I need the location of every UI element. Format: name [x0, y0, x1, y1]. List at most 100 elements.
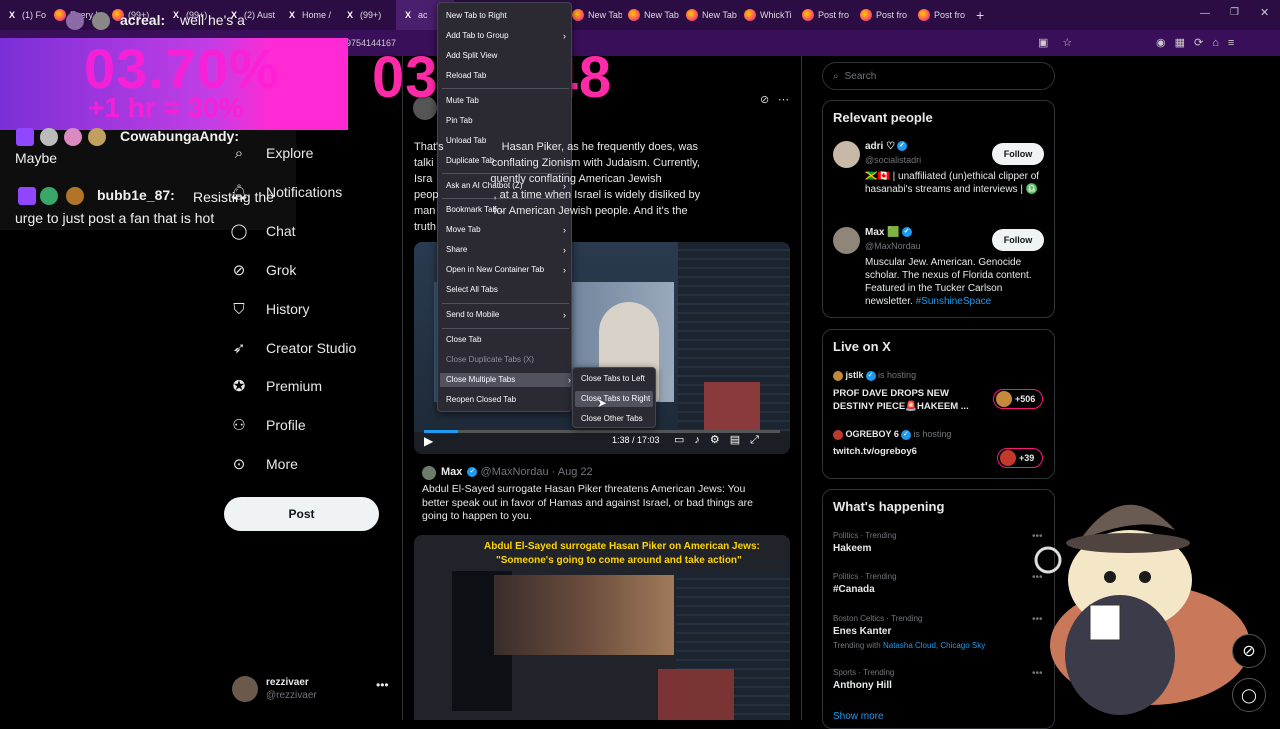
extension-icons: ◉▦⟳⌂≡ [1156, 37, 1244, 49]
nav-chat[interactable]: ◯ Chat [230, 219, 296, 243]
browser-tab[interactable]: New Tab [622, 0, 680, 30]
video-controls-icons[interactable]: ▭♪⚙▤⤢ [674, 433, 769, 447]
trend-category: Sports · Trending [833, 668, 895, 677]
live-host[interactable]: OGREBOY 6 ✓ is hosting [833, 429, 951, 440]
chat-bubble-icon[interactable]: ◯ [1232, 678, 1266, 712]
listener-avatars [996, 391, 1012, 407]
menu-item-label: Share [446, 245, 468, 254]
nav-creator-studio[interactable]: ➶ Creator Studio [230, 336, 357, 360]
follow-button[interactable]: Follow [992, 229, 1044, 251]
trend-name[interactable]: Enes Kanter [833, 626, 891, 637]
menu-item-add-split-view[interactable]: Add Split View [446, 49, 566, 63]
menu-item-add-tab-to-group[interactable]: Add Tab to Group › [446, 29, 566, 43]
menu-item-new-tab-to-right[interactable]: New Tab to Right [446, 9, 566, 23]
chat-message: well he's a [180, 12, 245, 28]
follow-button[interactable]: Follow [992, 143, 1044, 165]
menu-item-share[interactable]: Share › [446, 243, 566, 257]
live-title-text[interactable]: PROF DAVE DROPS NEW DESTINY PIECE🚨HAKEEM… [833, 387, 983, 413]
tweet2-handle[interactable]: @MaxNordau [481, 466, 549, 478]
tweet1-line: truth [414, 221, 437, 233]
menu-item-reload-tab[interactable]: Reload Tab [446, 69, 566, 83]
nav-profile[interactable]: ⚇ Profile [230, 413, 305, 437]
menu-item-label: Select All Tabs [446, 285, 498, 294]
submenu-item-close-other-tabs[interactable]: Close Other Tabs [575, 411, 653, 427]
tweet2-date: · Aug 22 [551, 466, 593, 478]
post-button[interactable]: Post [224, 497, 379, 531]
chevron-right-icon: › [563, 225, 566, 235]
browser-tab[interactable]: X (1) Fo [0, 0, 48, 30]
person-name[interactable]: Max 🟩 ✓ [865, 227, 912, 238]
browser-tab[interactable]: X Home / [280, 0, 338, 30]
grok-icon[interactable]: ⊘ [1232, 634, 1266, 668]
new-tab-button[interactable]: + [970, 0, 990, 30]
live-title-text[interactable]: twitch.tv/ogreboy6 [833, 446, 983, 457]
window-close-icon[interactable]: ✕ [1260, 6, 1269, 19]
firefox-icon [860, 9, 872, 21]
goal-bonus: +1 hr = 30% [88, 92, 244, 123]
search-placeholder: Search [844, 70, 877, 82]
show-more-link[interactable]: Show more [833, 711, 884, 722]
trend-name[interactable]: Anthony Hill [833, 680, 892, 691]
person-name[interactable]: adri ♡ ✓ [865, 141, 908, 152]
trend-category: Boston Celtics · Trending [833, 614, 923, 623]
nav-label: Explore [266, 145, 314, 161]
hashtag-link[interactable]: #SunshineSpace [916, 296, 992, 307]
relevant-people-title: Relevant people [833, 110, 933, 125]
search-input[interactable]: ⌕ Search [822, 62, 1055, 90]
video-player-2[interactable]: Abdul El-Sayed surrogate Hasan Piker on … [414, 535, 790, 720]
browser-tab[interactable]: New Tab [566, 0, 622, 30]
play-icon[interactable]: ▶ [424, 434, 433, 448]
live-count-badge[interactable]: +506 [993, 389, 1043, 409]
nav-premium[interactable]: ✪ Premium [230, 374, 322, 398]
nav-notifications[interactable]: 🔔︎ Notifications [229, 180, 342, 204]
avatar [833, 141, 860, 168]
window-minimize-icon[interactable]: — [1200, 8, 1210, 19]
more-icon[interactable]: ⋯ [778, 93, 789, 106]
video2-caption-2: "Someone's going to come around and take… [496, 555, 742, 566]
browser-tab[interactable]: Post fro [912, 0, 970, 30]
video-time: 1:38 / 17:03 [612, 435, 660, 445]
nav-grok[interactable]: ⊘ Grok [230, 258, 297, 282]
nav-history[interactable]: ⛉ History [230, 297, 309, 321]
mouse-cursor-icon: ➤ [597, 396, 608, 410]
chat-badge [40, 128, 58, 146]
tab-label: New Tab [588, 10, 622, 20]
tweet2-name[interactable]: Max [441, 466, 462, 478]
person-icon: ⚇ [232, 417, 246, 434]
trend-category: Politics · Trending [833, 572, 897, 581]
browser-tab[interactable]: X (99+) [338, 0, 396, 30]
rocket-icon: ➶ [232, 340, 246, 357]
menu-item-reopen-closed-tab[interactable]: Reopen Closed Tab [446, 393, 566, 407]
more-icon[interactable]: ••• [376, 678, 389, 692]
trend-name[interactable]: Hakeem [833, 543, 871, 554]
avatar [232, 676, 258, 702]
menu-item-send-to-mobile[interactable]: Send to Mobile › [446, 308, 566, 322]
menu-item-open-in-new-container-tab[interactable]: Open in New Container Tab › [446, 263, 566, 277]
menu-item-move-tab[interactable]: Move Tab › [446, 223, 566, 237]
menu-item-pin-tab[interactable]: Pin Tab [446, 114, 566, 128]
browser-tab[interactable]: Post fro [796, 0, 854, 30]
firefox-icon [802, 9, 814, 21]
browser-tab[interactable]: WhickTi [738, 0, 796, 30]
browser-tab[interactable]: New Tab [680, 0, 738, 30]
browser-tab[interactable]: Post fro [854, 0, 912, 30]
submenu-item-close-tabs-to-right[interactable]: Close Tabs to Right [575, 391, 653, 407]
menu-item-select-all-tabs[interactable]: Select All Tabs [446, 283, 566, 297]
menu-item-close-multiple-tabs[interactable]: Close Multiple Tabs › [440, 373, 571, 387]
whats-happening-panel [822, 489, 1055, 729]
video2-caption-1: Abdul El-Sayed surrogate Hasan Piker on … [484, 541, 760, 552]
menu-item-close-tab[interactable]: Close Tab [446, 333, 566, 347]
nav-more[interactable]: ⊙ More [230, 452, 298, 476]
tab-label: Post fro [818, 10, 850, 20]
trending-with-links[interactable]: Natasha Cloud, Chicago Sky [883, 641, 985, 650]
trend-name[interactable]: #Canada [833, 584, 875, 595]
firefox-icon [918, 9, 930, 21]
menu-item-mute-tab[interactable]: Mute Tab [446, 94, 566, 108]
bookmark-icon: ⛉ [233, 300, 245, 318]
submenu-item-close-tabs-to-left[interactable]: Close Tabs to Left [575, 371, 653, 387]
grok-icon[interactable]: ⊘ [760, 93, 769, 106]
live-host[interactable]: jstlk ✓ is hosting [833, 370, 916, 381]
nav-explore[interactable]: ⌕ Explore [230, 141, 314, 165]
listener-avatars [1000, 450, 1016, 466]
window-maximize-icon[interactable]: ❐ [1230, 7, 1239, 18]
